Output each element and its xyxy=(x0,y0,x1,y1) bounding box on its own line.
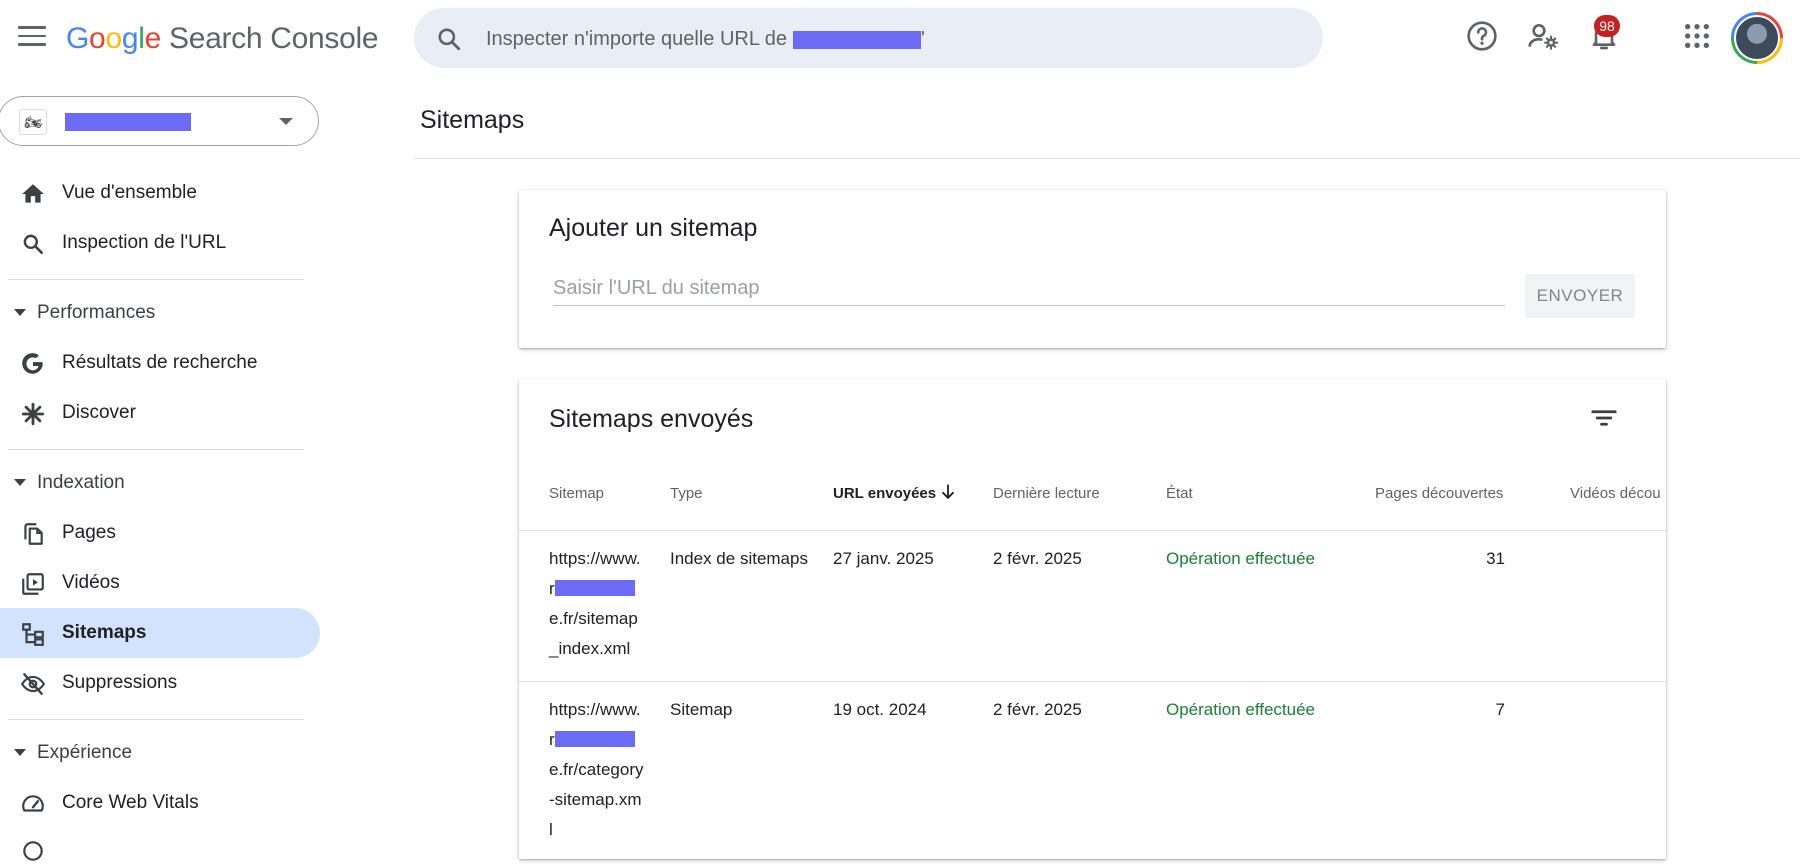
sidebar-item-overview[interactable]: Vue d'ensemble xyxy=(0,168,320,218)
gauge-icon xyxy=(22,795,44,812)
notification-count-badge: 98 xyxy=(1594,15,1620,37)
table-row-1-pages: 31 xyxy=(1486,549,1505,568)
collapse-triangle-icon xyxy=(14,479,26,486)
chevron-down-icon xyxy=(279,118,293,125)
table-row-2-pages: 7 xyxy=(1495,700,1505,719)
google-g-icon xyxy=(22,353,43,374)
table-row-1-status: Opération effectuée xyxy=(1166,549,1316,568)
avatar-image xyxy=(1734,15,1780,61)
column-header-last-read[interactable]: Dernière lecture xyxy=(993,485,1100,502)
header-divider xyxy=(414,158,1800,159)
collapse-triangle-icon xyxy=(14,749,26,756)
add-sitemap-title: Ajouter un sitemap xyxy=(549,214,758,242)
column-header-discovered-videos[interactable]: Vidéos décou xyxy=(1570,485,1661,502)
table-row-2-last-read: 2 févr. 2025 xyxy=(993,700,1082,719)
sidebar-item-url-inspection[interactable]: Inspection de l'URL xyxy=(0,218,320,268)
table-row-2-status: Opération effectuée xyxy=(1166,700,1316,719)
pages-icon xyxy=(24,523,43,545)
search-icon xyxy=(23,234,43,254)
search-icon xyxy=(438,28,461,51)
table-row-2-sitemap-url[interactable]: https://www.re.fr/category-sitemap.xml xyxy=(549,695,645,845)
home-icon xyxy=(22,184,44,203)
column-header-type[interactable]: Type xyxy=(670,485,703,502)
sidebar-item-sitemaps[interactable]: Sitemaps xyxy=(0,608,320,658)
eye-off-icon xyxy=(20,673,46,695)
sidebar-item-search-results[interactable]: Résultats de recherche xyxy=(0,338,320,388)
video-icon xyxy=(22,573,44,595)
google-search-console-logo[interactable]: Google Search Console xyxy=(66,22,379,56)
sidebar-item-pages[interactable]: Pages xyxy=(0,508,320,558)
sidebar-item-discover[interactable]: Discover xyxy=(0,388,320,438)
table-row-1-type: Index de sitemaps xyxy=(670,549,808,568)
url-inspection-search[interactable]: Inspecter n'importe quelle URL de ' xyxy=(414,8,1323,68)
table-row-2-submitted: 19 oct. 2024 xyxy=(833,700,927,719)
asterisk-icon xyxy=(21,402,45,426)
sidebar-section-indexing[interactable]: Indexation xyxy=(0,462,320,504)
column-header-submitted[interactable]: URL envoyées xyxy=(833,485,936,502)
column-header-sitemap[interactable]: Sitemap xyxy=(549,485,604,502)
submitted-sitemaps-card: Sitemaps envoyés Sitemap Type URL envoyé… xyxy=(519,379,1666,859)
column-header-discovered-pages[interactable]: Pages découvertes xyxy=(1375,485,1503,502)
property-selector[interactable]: 🏍 xyxy=(0,96,319,146)
search-placeholder: Inspecter n'importe quelle URL de ' xyxy=(486,28,925,50)
sidebar-divider xyxy=(8,719,304,720)
redacted-domain xyxy=(554,731,635,747)
sidebar-section-experience[interactable]: Expérience xyxy=(0,732,320,774)
sidebar-item-removals[interactable]: Suppressions xyxy=(0,658,320,708)
account-avatar[interactable] xyxy=(1731,12,1783,64)
sort-descending-arrow-icon[interactable] xyxy=(938,482,958,502)
sitemap-icon xyxy=(22,623,44,646)
property-favicon: 🏍 xyxy=(19,109,47,135)
user-settings-icon[interactable] xyxy=(1527,20,1559,52)
table-row-1-sitemap-url[interactable]: https://www.re.fr/sitemap_index.xml xyxy=(549,544,645,664)
column-header-status[interactable]: État xyxy=(1166,485,1193,502)
redacted-domain xyxy=(793,30,922,49)
redacted-property-name xyxy=(65,113,191,131)
main-menu-button[interactable] xyxy=(18,26,46,48)
redacted-domain xyxy=(554,580,635,596)
table-row-1-last-read: 2 févr. 2025 xyxy=(993,549,1082,568)
sidebar-item-videos[interactable]: Vidéos xyxy=(0,558,320,608)
table-row-2-type: Sitemap xyxy=(670,700,733,719)
sidebar-divider xyxy=(8,279,304,280)
apps-grid-icon[interactable] xyxy=(1681,20,1713,52)
filter-icon[interactable] xyxy=(1589,403,1619,433)
sidebar-section-performance[interactable]: Performances xyxy=(0,292,320,334)
product-name: Search Console xyxy=(168,22,379,55)
page-title: Sitemaps xyxy=(420,106,525,134)
table-header-divider xyxy=(519,530,1666,531)
table-row-divider xyxy=(519,681,1666,682)
sidebar-divider xyxy=(8,449,304,450)
submit-sitemap-button[interactable]: ENVOYER xyxy=(1525,274,1635,318)
sitemap-url-input[interactable] xyxy=(553,272,1505,306)
sidebar-item-core-web-vitals[interactable]: Core Web Vitals xyxy=(0,778,320,828)
add-sitemap-card: Ajouter un sitemap ENVOYER xyxy=(519,190,1666,348)
submitted-sitemaps-title: Sitemaps envoyés xyxy=(549,405,754,433)
help-icon[interactable] xyxy=(1466,20,1498,52)
partial-next-item-icon xyxy=(23,841,43,861)
table-row-1-submitted: 27 janv. 2025 xyxy=(833,549,934,568)
top-app-bar: Google Search Console Inspecter n'importe… xyxy=(0,0,1800,78)
collapse-triangle-icon xyxy=(14,309,26,316)
